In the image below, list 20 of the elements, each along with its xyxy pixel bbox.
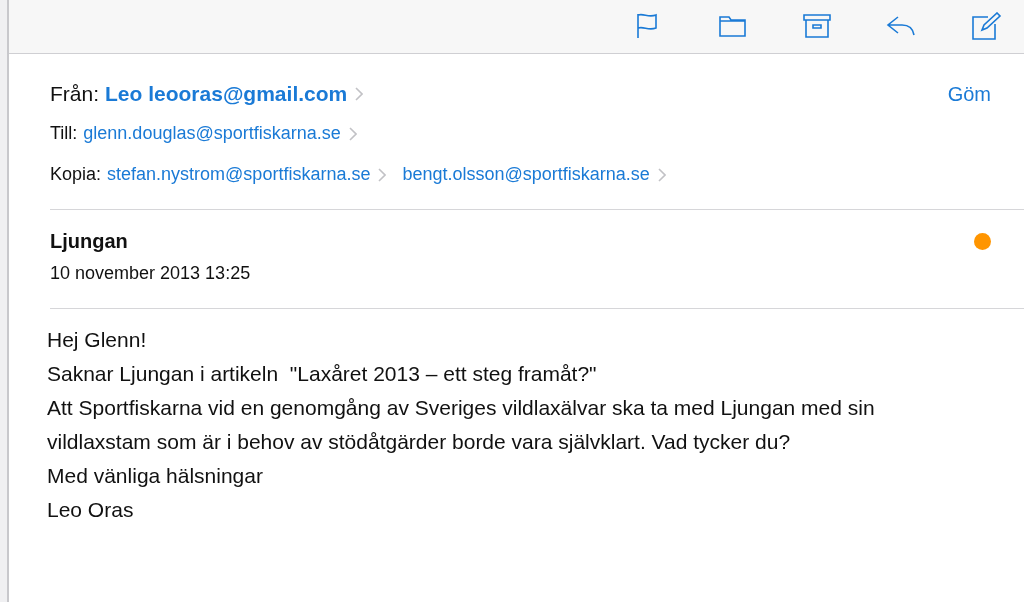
date: 10 november 2013 13:25	[50, 263, 252, 284]
hide-link[interactable]: Göm	[947, 82, 991, 106]
to-label: Till:	[50, 123, 78, 144]
body-text: Att Sportfiskarna vid en genomgång av Sveriges vildlaxälvar ska ta med Ljungan med sin vildlaxstam som är i behov av stödåtgärder borde vara självklart. Vad tycker du?	[47, 395, 876, 455]
recipient-link[interactable]: stefan.nystrom@sportfiskarna.se	[107, 164, 371, 185]
body-text: Saknar Ljungan i artikeln "Laxåret 2013 – ett steg framåt?"	[47, 361, 598, 387]
body-text: Med vänliga hälsningar	[47, 463, 264, 489]
cc-label: Kopia:	[50, 164, 102, 185]
sender-link[interactable]: Leo leooras@gmail.com	[105, 82, 348, 106]
body-text: Leo Oras	[47, 497, 135, 523]
recipient-link[interactable]: glenn.douglas@sportfiskarna.se	[83, 123, 341, 144]
from-label: Från:	[50, 82, 99, 106]
recipient-link[interactable]: bengt.olsson@sportfiskarna.se	[402, 164, 650, 185]
chevron-icon	[348, 126, 357, 141]
chevron-icon	[355, 87, 364, 101]
chevron-icon	[657, 167, 666, 182]
chevron-icon	[378, 167, 387, 182]
body-text: Hej Glenn!	[47, 327, 148, 353]
subject: Ljungan	[50, 230, 129, 253]
compose-icon[interactable]	[970, 11, 1002, 42]
